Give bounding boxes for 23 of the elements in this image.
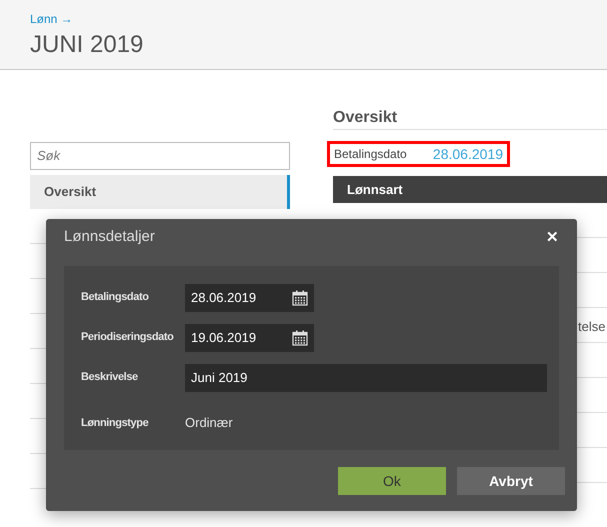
calendar-icon[interactable]: [292, 290, 308, 306]
field-label: Betalingsdato: [334, 146, 407, 163]
breadcrumb-link[interactable]: Lønn →: [30, 11, 607, 27]
payment-date: 28.06.2019: [432, 144, 503, 164]
close-button[interactable]: ✕: [546, 230, 559, 244]
date-field[interactable]: 19.06.2019: [185, 324, 314, 352]
field-label: Periodiseringsdato: [81, 330, 174, 346]
column-header: Lønnsart: [347, 180, 403, 199]
ok-button[interactable]: Ok: [338, 467, 446, 495]
dialog-title: Lønnsdetaljer: [64, 226, 155, 247]
text-field[interactable]: Juni 2019: [185, 364, 547, 392]
field-label: Betalingsdato: [81, 290, 150, 306]
table-cell-text: telse: [578, 318, 606, 336]
cancel-button[interactable]: Avbryt: [457, 467, 565, 495]
sidebar-item[interactable]: Oversikt: [30, 175, 290, 209]
date-field[interactable]: 28.06.2019: [185, 284, 314, 312]
field-label: Lønningstype: [81, 416, 150, 431]
field-label: Beskrivelse: [81, 370, 139, 386]
page-title: JUNI 2019: [30, 30, 144, 60]
calendar-icon[interactable]: [292, 330, 308, 346]
field-value: Ordinær: [185, 414, 233, 432]
section-heading: Oversikt: [333, 106, 607, 130]
search-field[interactable]: Søk: [30, 142, 290, 170]
